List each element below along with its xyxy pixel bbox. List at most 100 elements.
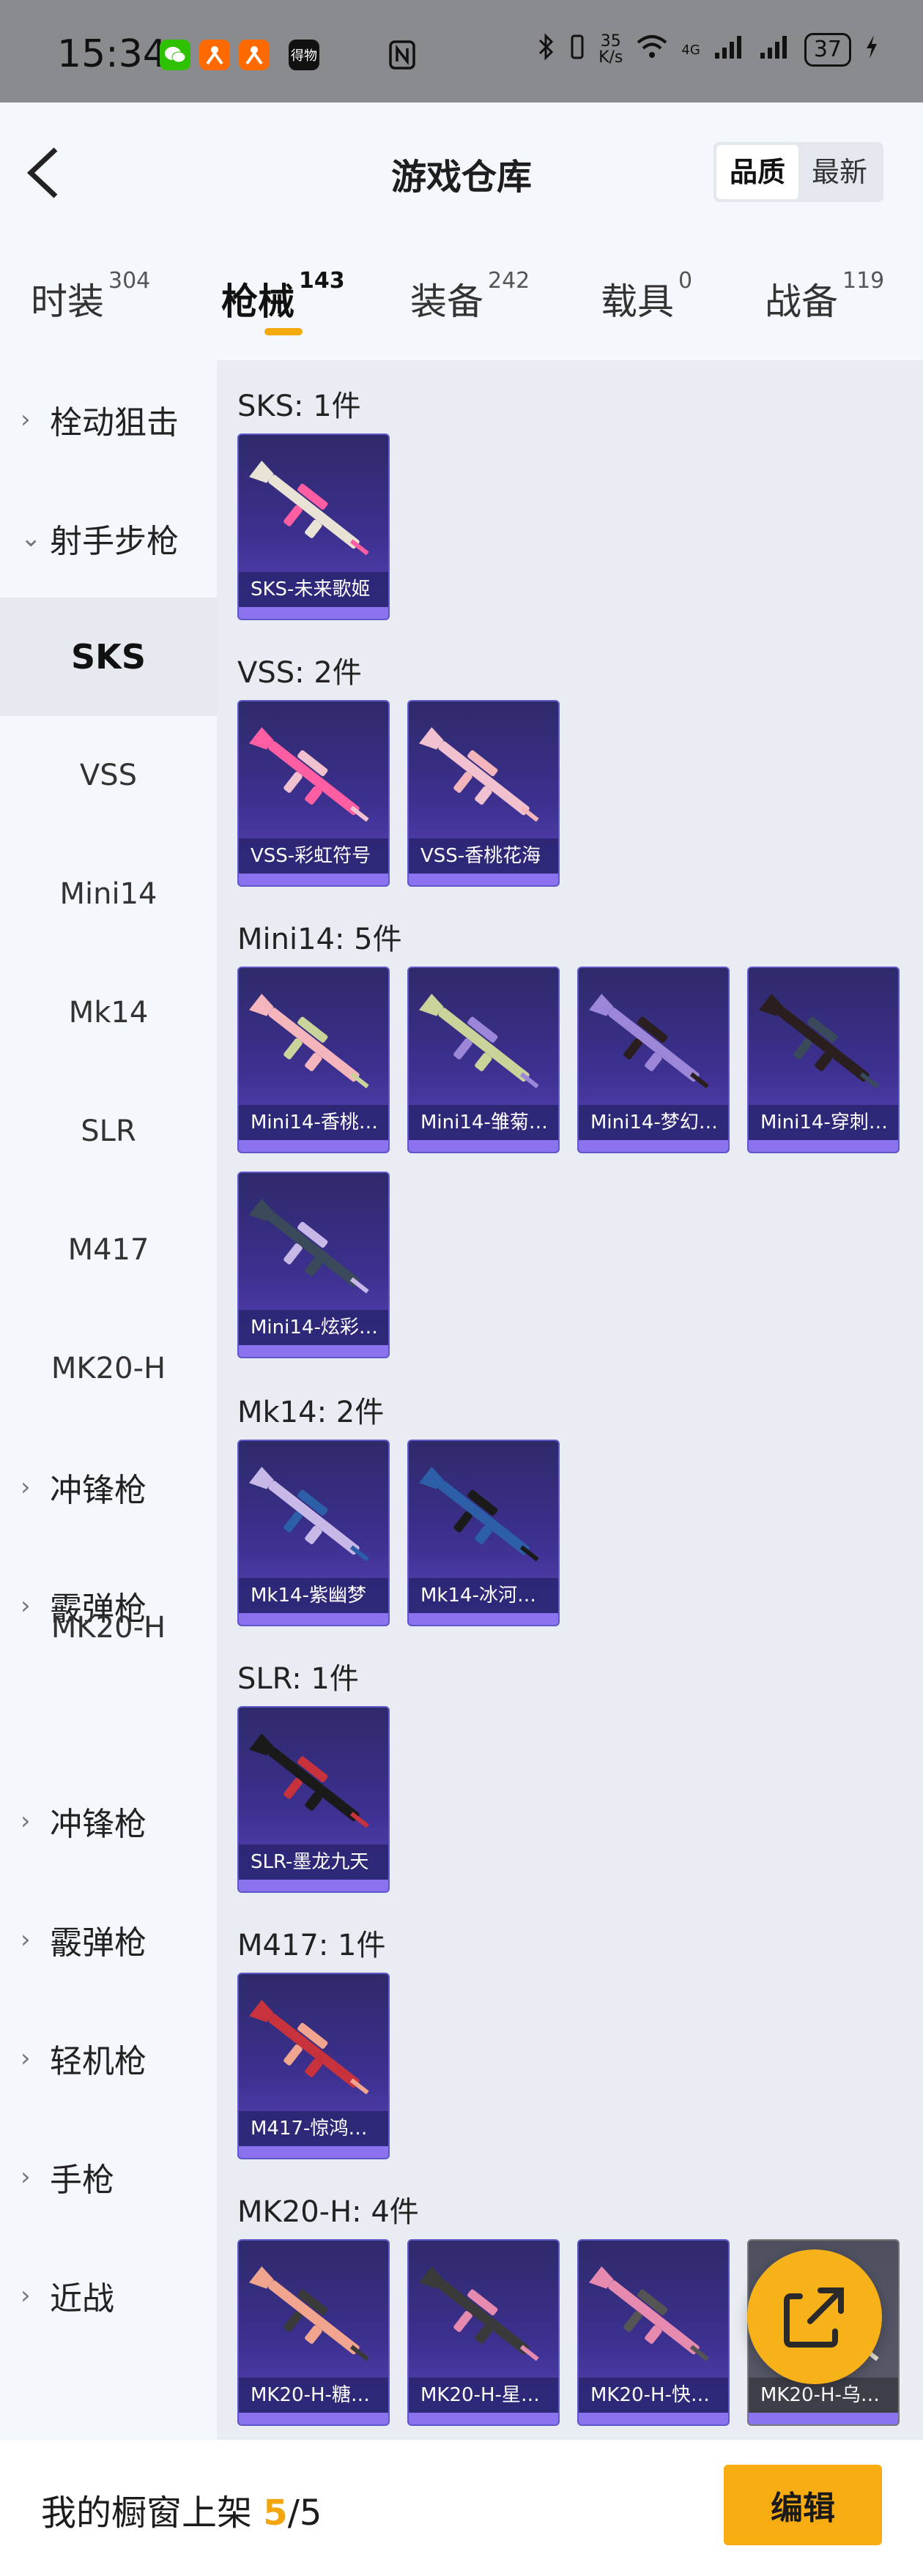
nfc-icon <box>388 40 416 73</box>
dewu-icon: 得物 <box>289 40 319 70</box>
weapon-image <box>249 727 369 822</box>
weapon-image <box>419 1467 539 1562</box>
sort-newest-button[interactable]: 最新 <box>798 145 881 199</box>
active-tab-indicator <box>264 328 303 335</box>
showcase-total: /5 <box>287 2493 322 2534</box>
vibrate-icon <box>569 34 585 66</box>
weapon-name: M417-惊鸿… <box>239 2111 388 2146</box>
section-label-sks: SKS: 1件 <box>237 390 361 423</box>
weapon-list: SKS: 1件 VSS: 2件 Mini14: 5件 Mk14: 2件 SLR:… <box>217 360 923 2440</box>
bottom-bar: 我的橱窗上架 5/5 编辑 <box>0 2440 923 2576</box>
weapon-image <box>249 1199 369 1294</box>
weapon-card[interactable]: SKS-未来歌姬 <box>237 433 390 620</box>
rarity-strip <box>239 2413 388 2424</box>
weapon-name: Mini14-梦幻… <box>579 1105 728 1140</box>
sidebar-item-slr[interactable]: SLR <box>0 1072 217 1191</box>
chevron-down-icon: ⌄ <box>21 524 42 553</box>
section-label-vss: VSS: 2件 <box>237 656 362 690</box>
weapon-card[interactable]: Mini14-香桃… <box>237 967 390 1153</box>
wechat-icon <box>160 40 190 70</box>
weapon-card[interactable]: Mini14-雏菊… <box>407 967 560 1153</box>
sidebar-item-mk20h-duplicate[interactable]: MK20-H <box>0 1611 217 1677</box>
sidebar-item-smg[interactable]: › 冲锋枪 <box>0 1428 217 1546</box>
rarity-strip <box>409 874 558 885</box>
weapon-name: Mk14-冰河… <box>409 1578 558 1613</box>
weapon-name: VSS-香桃花海 <box>409 838 558 874</box>
weapon-image <box>589 994 709 1089</box>
weapon-card[interactable]: Mini14-炫彩… <box>237 1172 390 1358</box>
signal-icon <box>759 34 791 66</box>
battery-indicator: 37 <box>804 33 851 67</box>
sidebar-item-pistol[interactable]: › 手枪 <box>0 2118 217 2236</box>
weapon-card[interactable]: MK20-H-星… <box>407 2239 560 2426</box>
sidebar-item-shotgun[interactable]: › 霰弹枪 <box>0 1880 217 1999</box>
tab-guns[interactable]: 枪械 143 <box>221 268 345 325</box>
sidebar-item-smg[interactable]: › 冲锋枪 <box>0 1762 217 1880</box>
tab-vehicles[interactable]: 载具 0 <box>601 268 692 325</box>
share-external-icon <box>784 2287 844 2348</box>
weapon-image <box>419 727 539 822</box>
rarity-strip <box>239 2146 388 2158</box>
weapon-image <box>249 2000 369 2095</box>
weapon-card[interactable]: Mini14-梦幻… <box>577 967 730 1153</box>
wifi-icon <box>636 34 668 66</box>
net-speed: 35 K/s <box>598 32 623 67</box>
rarity-strip <box>579 1140 728 1152</box>
sidebar-item-mini14[interactable]: Mini14 <box>0 835 217 953</box>
tab-equipment[interactable]: 装备 242 <box>410 268 530 325</box>
tab-supplies[interactable]: 战备 119 <box>765 268 884 325</box>
weapon-name: MK20-H-快… <box>579 2378 728 2413</box>
share-fab-button[interactable] <box>747 2249 882 2384</box>
charging-icon <box>864 34 879 66</box>
app-icon <box>239 40 270 70</box>
weapon-image <box>249 994 369 1089</box>
weapon-name: Mk14-紫幽梦 <box>239 1578 388 1613</box>
chevron-right-icon: › <box>21 2281 31 2310</box>
sidebar: › 栓动狙击 ⌄ 射手步枪 SKS VSS Mini14 Mk14 SLR M417… <box>0 360 217 2440</box>
sort-quality-button[interactable]: 品质 <box>716 145 798 199</box>
sidebar-item-mk20h[interactable]: MK20-H <box>0 1309 217 1428</box>
weapon-card[interactable]: VSS-香桃花海 <box>407 700 560 887</box>
chevron-right-icon: › <box>21 2044 31 2073</box>
sort-toggle: 品质 最新 <box>713 142 883 202</box>
sidebar-item-lmg[interactable]: › 轻机枪 <box>0 1999 217 2118</box>
weapon-name: MK20-H-糖… <box>239 2378 388 2413</box>
showcase-status: 我的橱窗上架 5/5 <box>41 2493 322 2534</box>
weapon-card[interactable]: SLR-墨龙九天 <box>237 1706 390 1893</box>
weapon-card[interactable]: Mini14-穿刺… <box>747 967 900 1153</box>
sidebar-item-vss[interactable]: VSS <box>0 716 217 835</box>
sidebar-item-marksman-rifle[interactable]: ⌄ 射手步枪 <box>0 479 217 598</box>
weapon-name: SKS-未来歌姬 <box>239 572 388 607</box>
chevron-right-icon: › <box>21 2162 31 2192</box>
header: 游戏仓库 品质 最新 <box>0 103 923 242</box>
rarity-strip <box>239 607 388 619</box>
sidebar-item-mk14[interactable]: Mk14 <box>0 953 217 1072</box>
section-label-mk20h: MK20-H: 4件 <box>237 2195 419 2229</box>
tab-fashion[interactable]: 时装 304 <box>31 268 150 325</box>
sidebar-item-m417[interactable]: M417 <box>0 1191 217 1309</box>
sidebar-item-bolt-sniper[interactable]: › 栓动狙击 <box>0 360 217 479</box>
sidebar-item-melee[interactable]: › 近战 <box>0 2236 217 2355</box>
rarity-strip <box>409 1140 558 1152</box>
status-right: 35 K/s 4G 37 <box>537 32 879 67</box>
weapon-name: Mini14-炫彩… <box>239 1310 388 1345</box>
rarity-strip <box>749 2413 898 2424</box>
app-icon <box>199 40 230 70</box>
weapon-card[interactable]: MK20-H-糖… <box>237 2239 390 2426</box>
weapon-image <box>249 1467 369 1562</box>
chevron-right-icon: › <box>21 1925 31 1954</box>
weapon-card[interactable]: MK20-H-快… <box>577 2239 730 2426</box>
sidebar-item-sks[interactable]: SKS <box>0 598 217 716</box>
rarity-strip <box>239 1613 388 1625</box>
weapon-card[interactable]: Mk14-冰河… <box>407 1440 560 1626</box>
weapon-card[interactable]: VSS-彩虹符号 <box>237 700 390 887</box>
bluetooth-icon <box>537 32 556 67</box>
section-label-mini14: Mini14: 5件 <box>237 923 402 956</box>
weapon-name: SLR-墨龙九天 <box>239 1844 388 1880</box>
weapon-card[interactable]: M417-惊鸿… <box>237 1973 390 2159</box>
weapon-name: Mini14-雏菊… <box>409 1105 558 1140</box>
weapon-card[interactable]: Mk14-紫幽梦 <box>237 1440 390 1626</box>
edit-button[interactable]: 编辑 <box>724 2465 882 2545</box>
weapon-image <box>419 2266 539 2361</box>
rarity-strip <box>579 2413 728 2424</box>
